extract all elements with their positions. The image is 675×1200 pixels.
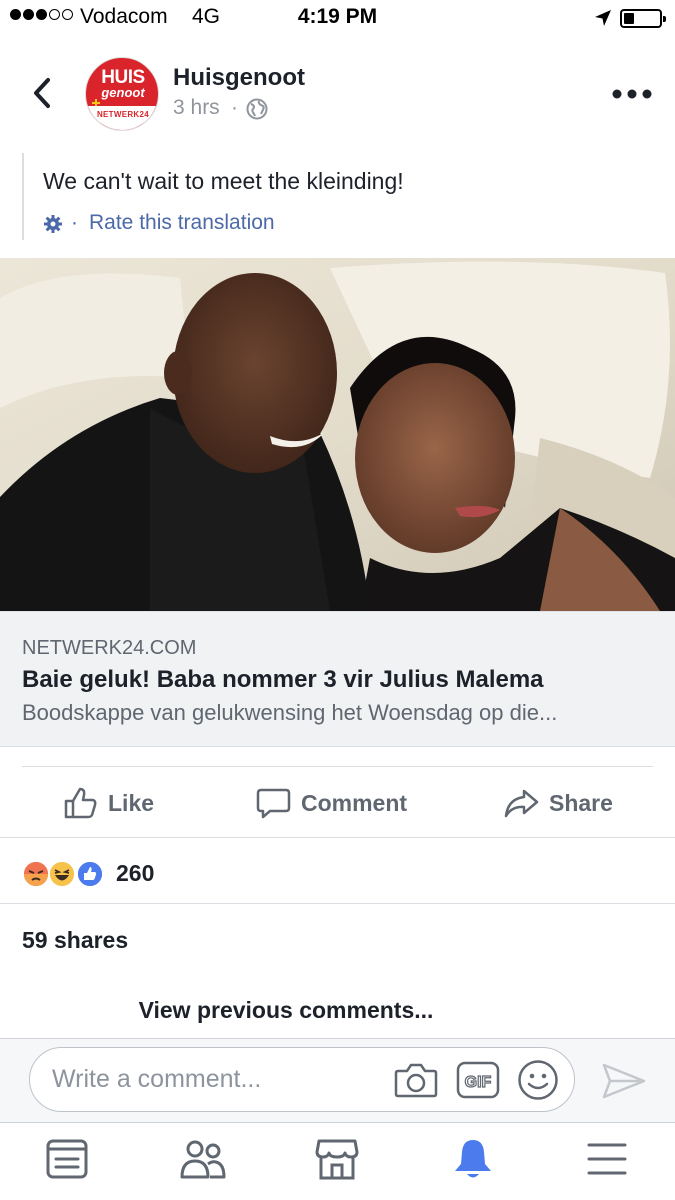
rate-separator: ·: [71, 211, 78, 234]
divider: [0, 903, 675, 904]
friends-icon[interactable]: [180, 1137, 226, 1181]
avatar-logo-sub: genoot: [101, 85, 145, 100]
gif-icon[interactable]: GIF: [456, 1060, 500, 1100]
share-label: Share: [549, 789, 613, 816]
link-description: Boodskappe van gelukwensing het Woensdag…: [22, 700, 558, 725]
location-arrow-icon: [595, 10, 611, 26]
page-avatar[interactable]: HUIS genoot NETWERK24: [85, 57, 159, 131]
battery-icon: [620, 9, 666, 28]
comment-placeholder: Write a comment...: [52, 1065, 262, 1093]
view-previous-comments-link[interactable]: View previous comments...: [0, 997, 572, 1024]
share-button[interactable]: Share: [504, 786, 613, 820]
avatar-logo-band: NETWERK24: [96, 110, 150, 119]
like-reaction-icon: [76, 860, 104, 888]
link-title[interactable]: Baie geluk! Baba nommer 3 vir Julius Mal…: [22, 666, 544, 694]
avatar-logo-main: HUIS: [101, 67, 145, 88]
camera-icon[interactable]: [394, 1060, 438, 1100]
marketplace-icon[interactable]: [315, 1137, 359, 1181]
like-button[interactable]: Like: [63, 786, 154, 820]
shares-count[interactable]: 59 shares: [22, 927, 128, 954]
link-preview-image[interactable]: [0, 258, 675, 611]
rate-translation-link[interactable]: Rate this translation: [89, 211, 275, 235]
more-options-icon[interactable]: [612, 89, 652, 99]
news-feed-icon[interactable]: [45, 1137, 89, 1181]
globe-icon: [246, 98, 268, 120]
like-label: Like: [108, 789, 155, 816]
back-chevron-icon[interactable]: [28, 76, 58, 110]
link-domain: NETWERK24.COM: [22, 637, 197, 659]
thumbs-up-icon: [64, 787, 97, 819]
translation-quote-bar: [22, 153, 24, 240]
notifications-icon[interactable]: [452, 1137, 494, 1181]
comment-label: Comment: [301, 789, 408, 816]
share-arrow-icon: [504, 789, 539, 818]
reaction-count[interactable]: 260: [116, 860, 154, 887]
svg-text:GIF: GIF: [465, 1074, 492, 1091]
emoji-icon[interactable]: [517, 1059, 559, 1101]
post-timestamp[interactable]: 3 hrs: [173, 96, 220, 120]
angry-reaction-icon: [22, 860, 50, 888]
menu-icon[interactable]: [587, 1137, 627, 1181]
post-text: We can't wait to meet the kleinding!: [43, 168, 404, 194]
divider: [22, 766, 653, 767]
divider: [0, 837, 675, 838]
status-time: 4:19 PM: [297, 5, 378, 28]
status-bar: Vodacom 4G 4:19 PM: [0, 0, 675, 38]
timestamp-separator: ·: [231, 96, 238, 119]
comment-bubble-icon: [256, 788, 291, 819]
page-name[interactable]: Huisgenoot: [173, 64, 305, 92]
gear-icon[interactable]: [43, 214, 63, 234]
send-icon[interactable]: [602, 1062, 646, 1100]
comment-button[interactable]: Comment: [256, 786, 407, 820]
battery-level: [624, 13, 634, 24]
haha-reaction-icon: [48, 860, 76, 888]
